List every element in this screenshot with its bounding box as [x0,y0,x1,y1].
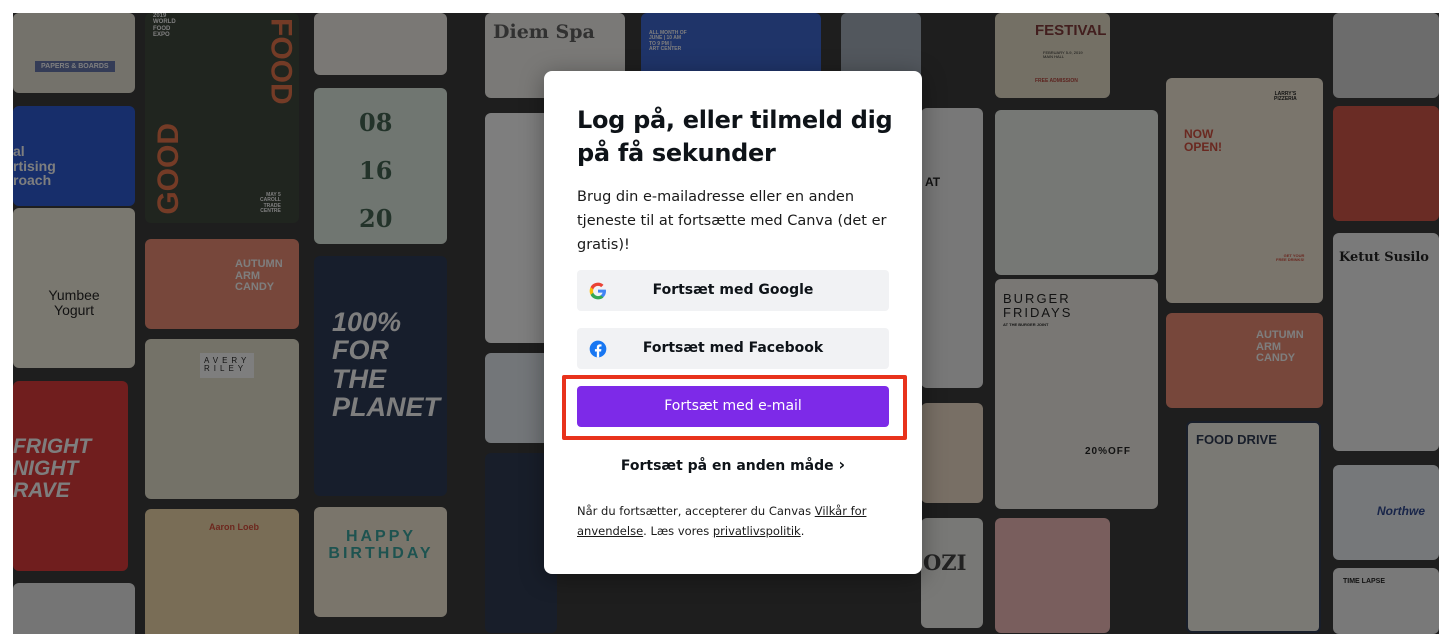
tile-text: FESTIVAL [1035,22,1107,39]
tile-text: FREE ADMISSION [1035,78,1078,84]
tile-text: GOOD [152,123,185,215]
template-tile: LARRY'S PIZZERIA NOW OPEN! GET YOUR FREE… [1166,78,1323,303]
tile-text: Diem Spa [493,21,595,43]
tile-text: FEBRUARY 5-9, 2019 MAIN HALL [1043,50,1083,60]
tile-text: HAPPY BIRTHDAY [328,528,434,562]
template-tile: 08 16 20 [314,88,447,244]
template-tile: al rtising roach [13,106,135,206]
legal-middle: . Læs vores [643,524,713,538]
template-tile: BURGER FRIDAYS AT THE BURGER JOINT 20%OF… [995,279,1158,509]
legal-suffix: . [800,524,805,538]
modal-description: Brug din e-mailadresse eller en anden tj… [577,189,887,253]
tile-text: TIME LAPSE [1343,578,1386,585]
privacy-policy-link[interactable]: privatlivspolitik [713,524,801,538]
template-tile: 100% FOR THE PLANET [314,256,447,496]
tile-text: LARRY'S PIZZERIA [1274,91,1297,103]
tile-text: AT THE BURGER JOINT [1003,322,1049,327]
template-tile: FRIGHT NIGHT RAVE [13,381,128,571]
tile-text: BURGER FRIDAYS [1003,291,1073,320]
email-button-label: Fortsæt med e-mail [664,398,802,414]
tile-text: NOW OPEN! [1184,127,1223,154]
tile-text: FOOD DRIVE [1196,432,1277,447]
template-tile [921,403,983,503]
tile-text: Ketut Susilo [1339,250,1429,265]
tile-text: Aaron Loeb [209,522,260,532]
legal-notice: Når du fortsætter, accepterer du Canvas … [577,501,889,541]
template-tile: Ketut Susilo [1333,233,1439,451]
template-tile [995,518,1110,633]
tile-text: AT [925,175,941,189]
tile-text: Northwe [1377,504,1425,518]
continue-with-google-button[interactable]: Fortsæt med Google [577,270,889,311]
template-tile: TIME LAPSE [1333,568,1439,634]
template-tile: Northwe [1333,465,1439,560]
tile-text: 100% FOR THE PLANET [332,307,440,423]
template-tile: AT [921,108,983,388]
tile-text: AUTUMN ARM CANDY [1256,329,1304,365]
template-tile: 2019 WORLD FOOD EXPO FOOD GOOD MAY 5 CAR… [145,13,299,223]
continue-another-way-label: Fortsæt på en anden måde [620,458,834,474]
template-tile: Aaron Loeb [145,509,299,634]
continue-with-email-button[interactable]: Fortsæt med e-mail [577,386,889,427]
tile-text: 16 [359,156,393,185]
login-modal: Log på, eller tilmeld dig på få sekunder… [544,71,922,574]
tile-text: MAY 5 CAROLL TRADE CENTRE [260,192,281,214]
legal-prefix: Når du fortsætter, accepterer du Canvas [577,504,815,518]
template-tile: FOOD DRIVE [1186,421,1321,633]
template-tile [314,13,447,75]
tile-text: 08 [359,108,393,137]
template-tile [1333,13,1439,98]
tile-text: GET YOUR FREE DRINKS! [1276,253,1305,263]
template-tile: PAPERS & BOARDS [13,13,135,93]
tile-text: OZI [923,550,967,575]
template-tile: AUTUMN ARM CANDY [1166,313,1323,408]
template-tile: AUTUMN ARM CANDY [145,239,299,329]
template-tile: OZI [921,518,983,628]
continue-another-way-link[interactable]: Fortsæt på en anden måde › [577,455,889,474]
facebook-button-label: Fortsæt med Facebook [642,340,824,356]
template-tile [1333,106,1439,221]
template-tile: FESTIVAL FEBRUARY 5-9, 2019 MAIN HALL FR… [995,13,1110,98]
template-tile: Yumbee Yogurt [13,208,135,368]
tile-text: 20 [359,204,393,233]
tile-text: AVERY RILEY [200,353,255,378]
tile-text: al rtising roach [13,143,56,189]
tile-text: PAPERS & BOARDS [35,61,115,73]
chevron-right-icon: › [838,455,846,474]
template-tile: HAPPY BIRTHDAY [314,507,447,617]
template-tile [995,110,1158,275]
tile-text: AUTUMN ARM CANDY [235,258,283,294]
google-button-label: Fortsæt med Google [652,282,814,298]
continue-with-facebook-button[interactable]: Fortsæt med Facebook [577,328,889,369]
modal-title: Log på, eller tilmeld dig på få sekunder [577,106,893,167]
template-tile: AVERY RILEY [145,339,299,499]
tile-text: 20%OFF [1085,446,1132,457]
tile-text: FOOD [264,18,298,105]
tile-text: ALL MONTH OF JUNE | 10 AM TO 9 PM | ART … [649,30,687,52]
template-tile [13,583,135,634]
tile-text: FRIGHT NIGHT RAVE [13,435,92,503]
tile-text: 2019 WORLD FOOD EXPO [153,13,176,38]
tile-text: Yumbee Yogurt [48,287,100,318]
